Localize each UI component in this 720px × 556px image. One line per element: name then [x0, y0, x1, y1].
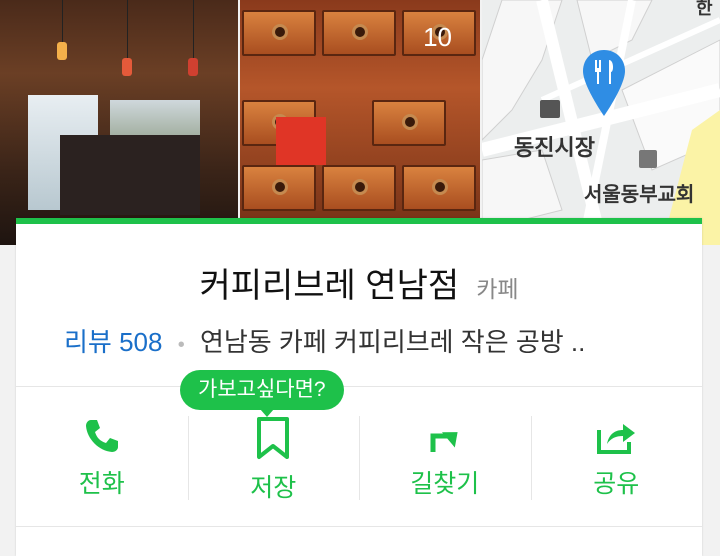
photo-strip[interactable]: 10 한 동진시장 서울동부교회	[0, 0, 720, 245]
action-bar: 전화 저장 길찾기 공유	[16, 404, 702, 514]
share-button[interactable]: 공유	[530, 404, 703, 514]
place-category: 카페	[476, 276, 519, 302]
bottom-divider	[16, 526, 702, 527]
save-button[interactable]: 저장	[187, 404, 360, 514]
save-label: 저장	[250, 474, 297, 502]
place-description[interactable]: 연남동 카페 커피리브레 작은 공방 ..	[200, 327, 585, 357]
map-label-market: 동진시장	[514, 135, 595, 160]
directions-label: 길찾기	[410, 470, 480, 498]
map-label-top: 한	[696, 0, 713, 18]
divider	[16, 386, 702, 387]
share-icon	[597, 424, 636, 454]
title-row: 커피리브레 연남점 카페	[16, 258, 702, 307]
map-thumbnail[interactable]: 한 동진시장 서울동부교회	[482, 0, 720, 245]
bookmark-icon	[257, 417, 290, 459]
call-button[interactable]: 전화	[16, 404, 188, 514]
separator-dot: •	[177, 334, 185, 356]
review-count-link[interactable]: 리뷰 508	[64, 327, 162, 357]
phone-icon	[85, 420, 118, 452]
photo-count: 10	[423, 22, 452, 52]
meta-row: 리뷰 508 • 연남동 카페 커피리브레 작은 공방 ..	[64, 322, 585, 359]
place-name[interactable]: 커피리브레 연남점	[199, 267, 459, 305]
share-label: 공유	[593, 470, 640, 498]
place-info-card: 커피리브레 연남점 카페 리뷰 508 • 연남동 카페 커피리브레 작은 공방…	[16, 218, 702, 556]
cafe-interior-photo[interactable]	[0, 0, 238, 245]
map-label-church: 서울동부교회	[584, 184, 695, 206]
location-pin-icon	[583, 50, 625, 116]
drawer-cabinet-photo[interactable]: 10	[240, 0, 480, 220]
call-label: 전화	[78, 470, 125, 498]
directions-icon	[430, 432, 458, 452]
directions-button[interactable]: 길찾기	[359, 404, 531, 514]
